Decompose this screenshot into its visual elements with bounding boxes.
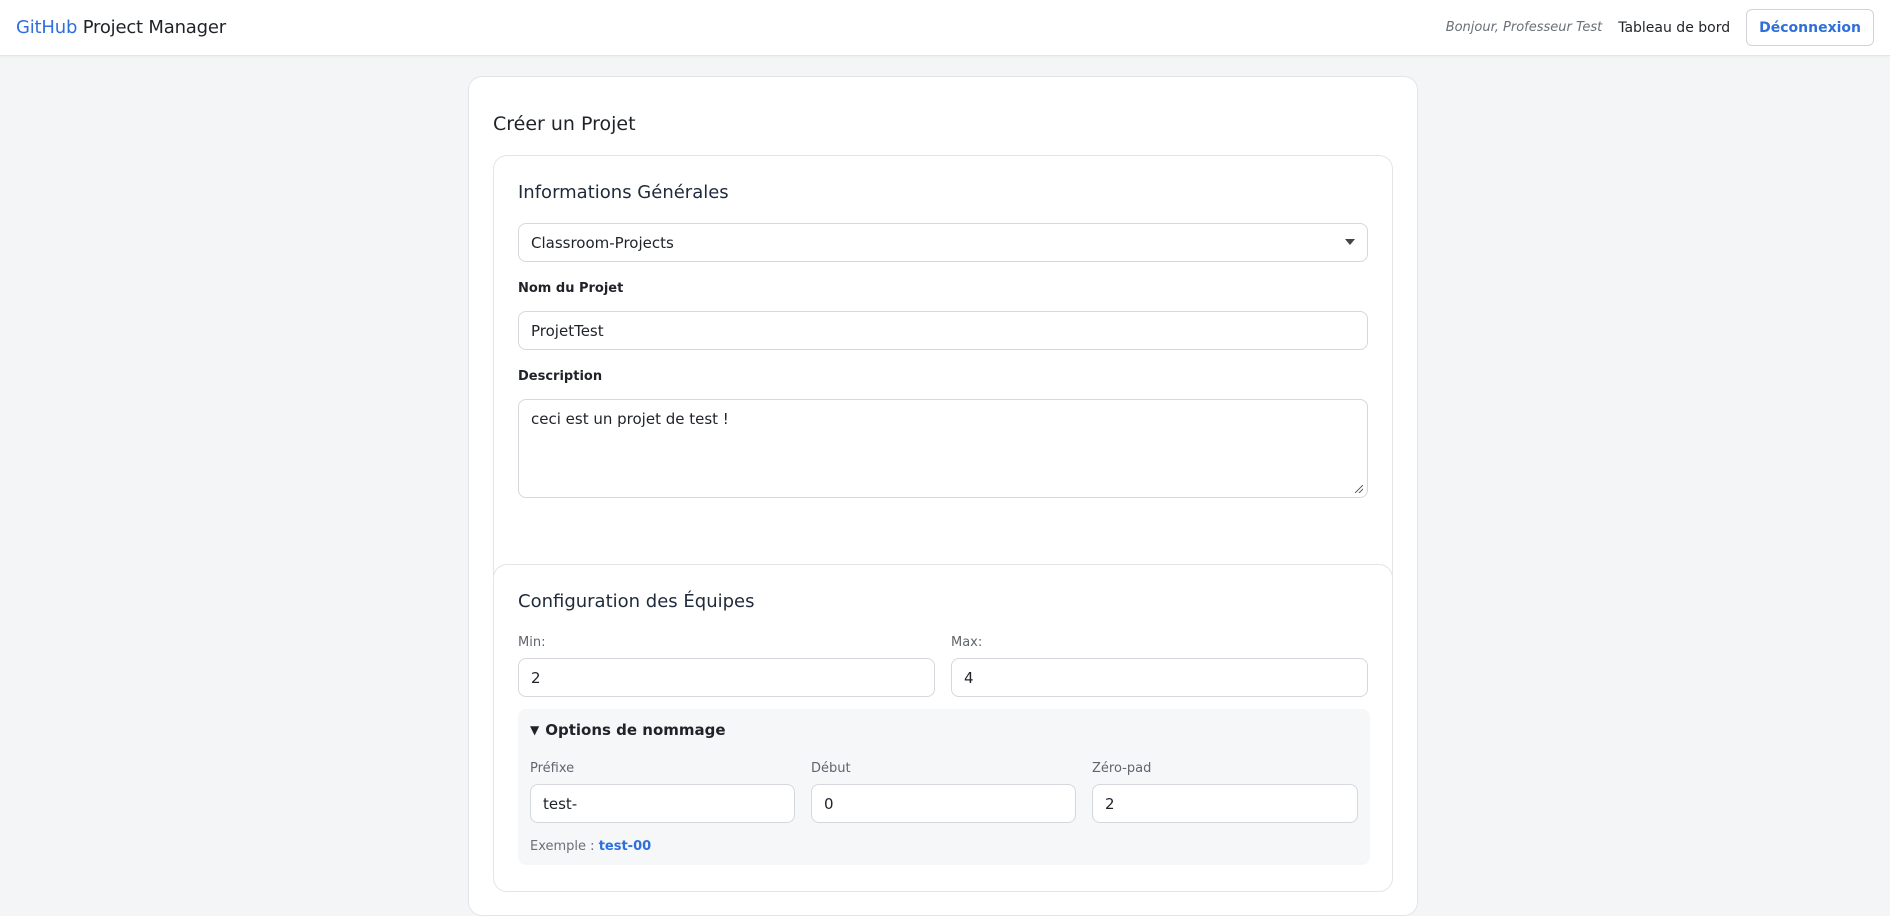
max-team-input[interactable]: 4 [951, 658, 1368, 697]
brand-accent: GitHub [16, 17, 78, 38]
prefix-value: test- [543, 794, 578, 813]
user-greeting: Bonjour, Professeur Test [1445, 20, 1603, 35]
start-value: 0 [824, 794, 834, 813]
general-info-title: Informations Générales [518, 182, 729, 203]
page-title: Créer un Projet [493, 113, 636, 135]
chevron-down-icon [1345, 239, 1355, 245]
min-label: Min: [518, 635, 546, 650]
zeropad-value: 2 [1105, 794, 1115, 813]
min-team-input[interactable]: 2 [518, 658, 935, 697]
start-input[interactable]: 0 [811, 784, 1076, 823]
resize-grip-icon[interactable] [1355, 485, 1363, 493]
naming-example-label: Exemple : [530, 839, 599, 854]
app-brand[interactable]: GitHub Project Manager [16, 17, 226, 38]
prefix-input[interactable]: test- [530, 784, 795, 823]
min-team-value: 2 [531, 668, 541, 687]
max-team-value: 4 [964, 668, 974, 687]
project-name-label: Nom du Projet [518, 281, 624, 296]
zeropad-label: Zéro-pad [1092, 761, 1152, 776]
general-info-section: Informations Générales Classroom-Project… [493, 155, 1393, 617]
team-config-title: Configuration des Équipes [518, 591, 755, 612]
prefix-label: Préfixe [530, 761, 575, 776]
zeropad-input[interactable]: 2 [1092, 784, 1358, 823]
naming-options-summary: Options de nommage [545, 721, 726, 739]
logout-button[interactable]: Déconnexion [1746, 9, 1874, 46]
project-name-input[interactable]: ProjetTest [518, 311, 1368, 350]
team-config-section: Configuration des Équipes Min: 2 Max: 4 … [493, 564, 1393, 892]
navbar-right: Bonjour, Professeur Test Tableau de bord… [1446, 9, 1874, 46]
naming-example: Exemple : test-00 [530, 839, 651, 854]
description-textarea[interactable]: ceci est un projet de test ! [518, 399, 1368, 498]
organization-select[interactable]: Classroom-Projects [518, 223, 1368, 262]
description-value: ceci est un projet de test ! [531, 410, 729, 428]
description-label: Description [518, 369, 603, 384]
brand-rest: Project Manager [77, 17, 226, 38]
top-navbar: GitHub Project Manager Bonjour, Professe… [0, 0, 1890, 56]
caret-down-icon: ▼ [530, 723, 540, 737]
naming-options-panel: ▼ Options de nommage Préfixe test- Début… [518, 709, 1370, 865]
start-label: Début [811, 761, 851, 776]
dashboard-link[interactable]: Tableau de bord [1618, 20, 1730, 36]
max-label: Max: [951, 635, 983, 650]
naming-options-toggle[interactable]: ▼ Options de nommage [530, 721, 726, 739]
naming-example-value: test-00 [598, 839, 652, 854]
organization-select-value: Classroom-Projects [531, 233, 674, 252]
project-name-value: ProjetTest [531, 321, 604, 340]
create-project-card: Créer un Projet Informations Générales C… [468, 76, 1418, 916]
